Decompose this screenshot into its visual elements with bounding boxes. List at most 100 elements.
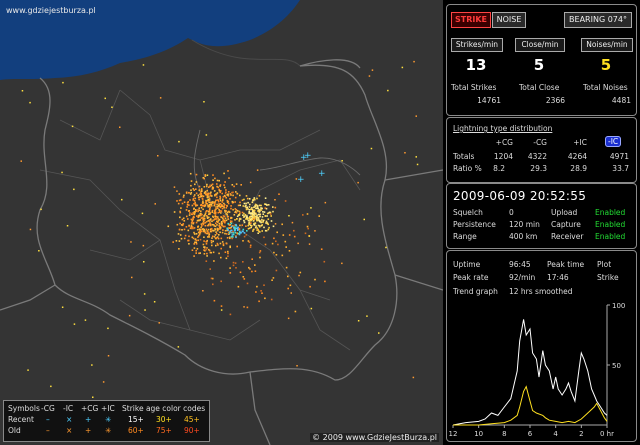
strike-mark xyxy=(204,224,207,227)
strike-mark xyxy=(91,364,93,366)
strike-mark xyxy=(260,224,263,227)
strike-mark xyxy=(130,241,132,243)
strike-mark xyxy=(220,237,223,240)
bearing-button[interactable]: BEARING 074° xyxy=(564,12,632,28)
strike-mark xyxy=(175,240,178,242)
strike-mark xyxy=(223,220,225,223)
peak-rate-value: 92/min xyxy=(509,273,536,282)
strike-mark xyxy=(258,251,261,254)
strike-mark xyxy=(216,203,218,206)
strike-mark xyxy=(324,201,327,204)
strike-mark xyxy=(205,199,207,202)
strike-mark xyxy=(261,292,263,294)
strike-mark xyxy=(246,197,249,200)
strike-mark xyxy=(310,307,313,310)
strike-mark xyxy=(211,209,214,212)
strike-mark xyxy=(193,247,196,249)
noise-button[interactable]: NOISE xyxy=(492,12,526,28)
strike-mark xyxy=(229,245,231,248)
strike-mark xyxy=(193,213,196,216)
strike-mark xyxy=(306,225,309,228)
strike-mark xyxy=(183,201,186,203)
strike-mark xyxy=(211,235,214,238)
strike-mark xyxy=(191,227,193,230)
strike-mark xyxy=(251,215,254,218)
strike-map[interactable]: + + + + www.gdziejestburza.pl © 2009 www.Gd… xyxy=(0,0,443,445)
strike-mark xyxy=(215,199,217,202)
trend-y-tick-label: 100 xyxy=(612,302,625,310)
strike-mark xyxy=(222,243,225,245)
strike-mark xyxy=(243,202,246,205)
strike-mark xyxy=(221,192,223,195)
strike-mark xyxy=(210,191,212,194)
strike-mark xyxy=(200,226,202,229)
strike-mark xyxy=(217,199,220,201)
strike-mark xyxy=(208,186,210,188)
strike-mark xyxy=(183,237,186,240)
strike-mark xyxy=(219,242,222,245)
strike-mark xyxy=(199,238,202,241)
strike-mark xyxy=(415,115,417,117)
legend-old-label: Old xyxy=(8,426,21,435)
strike-button[interactable]: STRIKE xyxy=(451,12,491,28)
strike-mark xyxy=(194,238,197,240)
strike-mark xyxy=(235,223,237,226)
strike-mark xyxy=(217,244,219,246)
strike-mark xyxy=(158,322,160,324)
strike-mark xyxy=(205,248,207,251)
strike-mark xyxy=(209,223,212,225)
strike-mark xyxy=(238,230,241,233)
strike-mark xyxy=(250,208,252,210)
strike-mark xyxy=(143,293,146,295)
strike-mark xyxy=(275,254,278,256)
strike-mark xyxy=(209,201,212,204)
strike-mark xyxy=(224,186,226,189)
strike-mark xyxy=(193,203,195,205)
strike-mark xyxy=(264,207,267,209)
strike-mark xyxy=(285,266,288,269)
strike-mark xyxy=(289,284,292,287)
legend-recent-label: Recent xyxy=(8,415,34,424)
strike-mark xyxy=(255,225,257,227)
strike-mark xyxy=(227,222,229,225)
strike-mark xyxy=(266,215,268,217)
strike-mark xyxy=(209,213,211,215)
strike-mark xyxy=(195,173,198,176)
strike-mark xyxy=(245,195,248,197)
strike-mark xyxy=(206,189,208,192)
strike-mark xyxy=(242,240,244,242)
trend-x-tick-label: 0 hr xyxy=(600,430,614,438)
strike-mark xyxy=(92,396,94,398)
strike-mark xyxy=(260,209,263,211)
strike-mark xyxy=(206,174,209,176)
strike-mark xyxy=(308,235,311,237)
strike-mark xyxy=(226,237,229,239)
strike-mark xyxy=(231,237,234,239)
strike-mark xyxy=(107,327,109,330)
strike-mark xyxy=(218,189,221,192)
strike-mark xyxy=(204,204,207,207)
strike-mark xyxy=(323,260,326,263)
strike-mark xyxy=(229,198,231,200)
strike-mark xyxy=(189,172,192,175)
strike-mark xyxy=(306,213,309,215)
strike-mark xyxy=(214,194,216,197)
strike-mark xyxy=(230,205,232,207)
strike-mark xyxy=(190,189,192,191)
strike-mark xyxy=(228,232,231,234)
trend-x-tick-label: 4 xyxy=(553,430,558,438)
strike-mark xyxy=(231,200,234,203)
strike-mark xyxy=(197,194,200,197)
strike-mark xyxy=(204,221,207,224)
trend-series-line-1 xyxy=(453,385,608,426)
strike-mark xyxy=(178,140,180,143)
trend-x-tick-label: 6 xyxy=(528,430,533,438)
strike-mark xyxy=(206,214,208,217)
strike-mark xyxy=(253,228,255,231)
strike-mark xyxy=(253,211,256,213)
strike-mark xyxy=(221,201,224,203)
strike-mark xyxy=(207,220,209,222)
strike-mark xyxy=(193,243,195,245)
strike-mark xyxy=(187,229,190,232)
strike-mark xyxy=(221,207,224,210)
